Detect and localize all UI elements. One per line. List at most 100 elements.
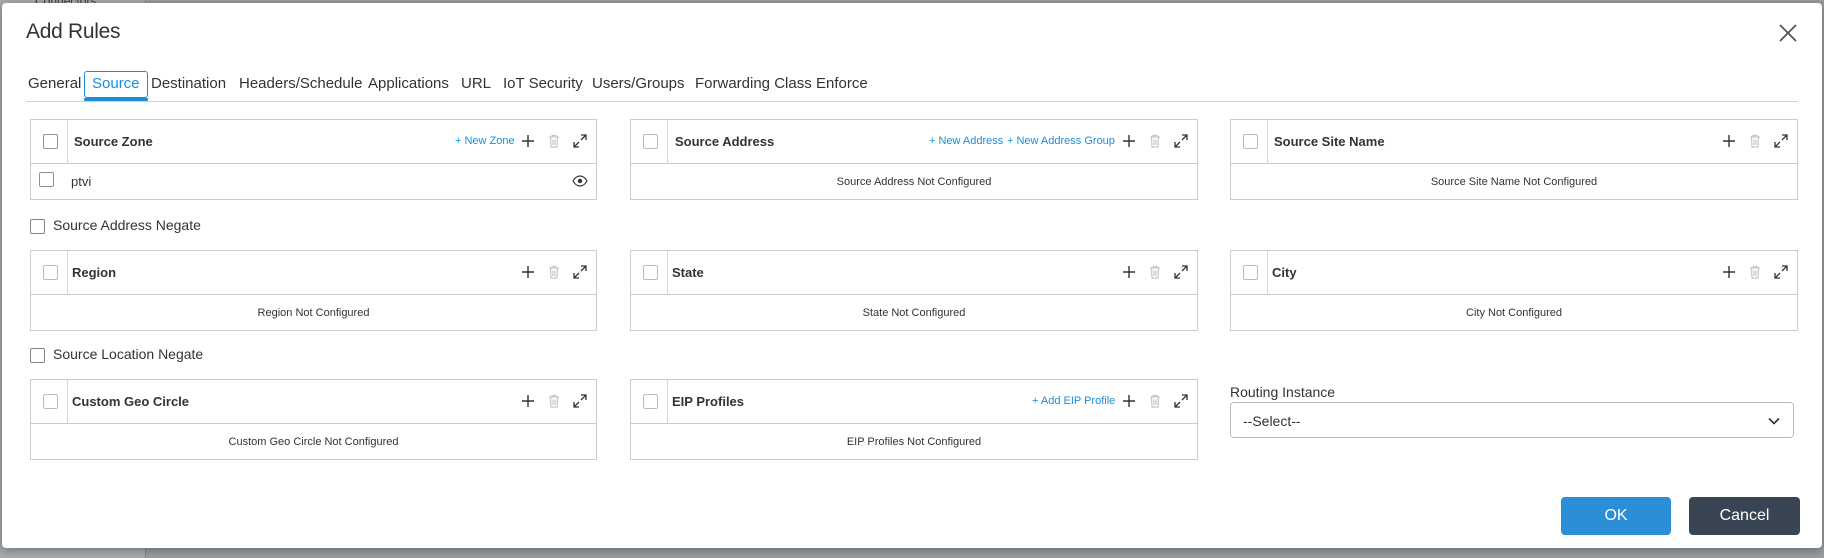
select-all-checkbox[interactable] [1243, 265, 1258, 280]
source-location-negate-label: Source Location Negate [53, 346, 204, 362]
add-icon[interactable] [1121, 264, 1137, 280]
panel-body: Custom Geo Circle Not Configured [31, 424, 596, 459]
panel-title: Region [72, 265, 117, 280]
panel-header: Source Site Name [1231, 120, 1797, 164]
tab-bar: General Source Destination Headers/Sched… [26, 71, 1798, 102]
tab-general[interactable]: General [28, 75, 81, 92]
empty-message: State Not Configured [862, 307, 966, 319]
routing-instance-label: Routing Instance [1230, 384, 1336, 400]
header-divider [667, 380, 668, 423]
select-all-checkbox[interactable] [43, 134, 58, 149]
tab-source[interactable]: Source [92, 75, 140, 92]
expand-icon[interactable] [1773, 264, 1789, 280]
header-divider [1267, 251, 1268, 294]
select-all-checkbox[interactable] [1243, 134, 1258, 149]
add-icon[interactable] [520, 264, 536, 280]
cancel-button[interactable]: Cancel [1689, 497, 1800, 535]
add-icon[interactable] [1721, 264, 1737, 280]
tab-enforce[interactable]: Enforce [816, 75, 868, 92]
panel-body: ptvi [31, 164, 596, 199]
expand-icon[interactable] [1173, 264, 1189, 280]
panel-header: Region [31, 251, 596, 295]
panel-body: Region Not Configured [31, 295, 596, 330]
source-location-negate-checkbox[interactable] [30, 348, 45, 363]
table-row[interactable]: ptvi [31, 164, 596, 198]
expand-icon[interactable] [1173, 133, 1189, 149]
select-all-checkbox[interactable] [43, 394, 58, 409]
add-icon[interactable] [520, 393, 536, 409]
trash-icon[interactable] [546, 264, 562, 280]
empty-message: Source Site Name Not Configured [1430, 176, 1598, 188]
tab-forwarding-class[interactable]: Forwarding Class [695, 75, 812, 92]
add-icon[interactable] [1121, 393, 1137, 409]
source-address-negate-label: Source Address Negate [53, 217, 201, 233]
add-rules-dialog: Add Rules General Source Destination Hea… [2, 3, 1822, 548]
panel-body: EIP Profiles Not Configured [631, 424, 1197, 459]
add-icon[interactable] [520, 133, 536, 149]
tab-headers-schedule[interactable]: Headers/Schedule [239, 75, 362, 92]
source-site-name-panel: Source Site Name Source Site Name Not Co… [1230, 119, 1798, 200]
eye-icon[interactable] [572, 173, 588, 189]
panel-title: EIP Profiles [672, 394, 745, 409]
panel-header: State [631, 251, 1197, 295]
add-icon[interactable] [1121, 133, 1137, 149]
new-zone-link[interactable]: + New Zone [455, 135, 515, 147]
tab-applications[interactable]: Applications [368, 75, 449, 92]
panel-title: State [672, 265, 704, 280]
trash-icon[interactable] [1747, 133, 1763, 149]
header-divider [667, 120, 668, 163]
select-all-checkbox[interactable] [643, 134, 658, 149]
expand-icon[interactable] [572, 393, 588, 409]
empty-message: Custom Geo Circle Not Configured [228, 436, 399, 448]
header-divider [667, 251, 668, 294]
zone-name: ptvi [71, 174, 92, 189]
new-address-group-link[interactable]: + New Address Group [1007, 135, 1115, 147]
trash-icon[interactable] [546, 133, 562, 149]
expand-icon[interactable] [572, 133, 588, 149]
tab-iot-security[interactable]: IoT Security [503, 75, 583, 92]
trash-icon[interactable] [1147, 393, 1163, 409]
source-zone-panel: Source Zone + New Zone ptvi [30, 119, 597, 200]
panel-body: State Not Configured [631, 295, 1197, 330]
new-address-link[interactable]: + New Address [929, 135, 1003, 147]
add-eip-profile-link[interactable]: + Add EIP Profile [1032, 395, 1115, 407]
panel-header: City [1231, 251, 1797, 295]
panel-body: Source Site Name Not Configured [1231, 164, 1797, 199]
panel-title: Source Address [675, 134, 775, 149]
routing-instance-value: --Select-- [1243, 413, 1301, 429]
header-divider [67, 251, 68, 294]
add-icon[interactable] [1721, 133, 1737, 149]
header-divider [67, 120, 68, 163]
tab-users-groups[interactable]: Users/Groups [592, 75, 685, 92]
source-address-negate-checkbox[interactable] [30, 219, 45, 234]
panel-header: Custom Geo Circle [31, 380, 596, 424]
empty-message: City Not Configured [1466, 307, 1562, 319]
trash-icon[interactable] [1147, 133, 1163, 149]
header-divider [67, 380, 68, 423]
panel-header: Source Zone + New Zone [31, 120, 596, 164]
select-all-checkbox[interactable] [643, 265, 658, 280]
dialog-title: Add Rules [26, 20, 121, 43]
panel-body: City Not Configured [1231, 295, 1797, 330]
trash-icon[interactable] [546, 393, 562, 409]
empty-message: Source Address Not Configured [836, 176, 992, 188]
expand-icon[interactable] [572, 264, 588, 280]
select-all-checkbox[interactable] [643, 394, 658, 409]
state-panel: State State Not Configured [630, 250, 1198, 331]
trash-icon[interactable] [1147, 264, 1163, 280]
panel-title: Custom Geo Circle [72, 394, 190, 409]
tab-url[interactable]: URL [461, 75, 491, 92]
panel-header: Source Address + New Address + New Addre… [631, 120, 1197, 164]
ok-button[interactable]: OK [1561, 497, 1671, 535]
select-all-checkbox[interactable] [43, 265, 58, 280]
row-checkbox[interactable] [39, 172, 54, 187]
routing-instance-select[interactable]: --Select-- [1230, 402, 1794, 438]
tab-destination[interactable]: Destination [151, 75, 226, 92]
expand-icon[interactable] [1773, 133, 1789, 149]
close-icon[interactable] [1776, 21, 1800, 45]
custom-geo-circle-panel: Custom Geo Circle Custom Geo Circle Not … [30, 379, 597, 460]
expand-icon[interactable] [1173, 393, 1189, 409]
trash-icon[interactable] [1747, 264, 1763, 280]
empty-message: EIP Profiles Not Configured [846, 436, 982, 448]
empty-message: Region Not Configured [257, 307, 370, 319]
